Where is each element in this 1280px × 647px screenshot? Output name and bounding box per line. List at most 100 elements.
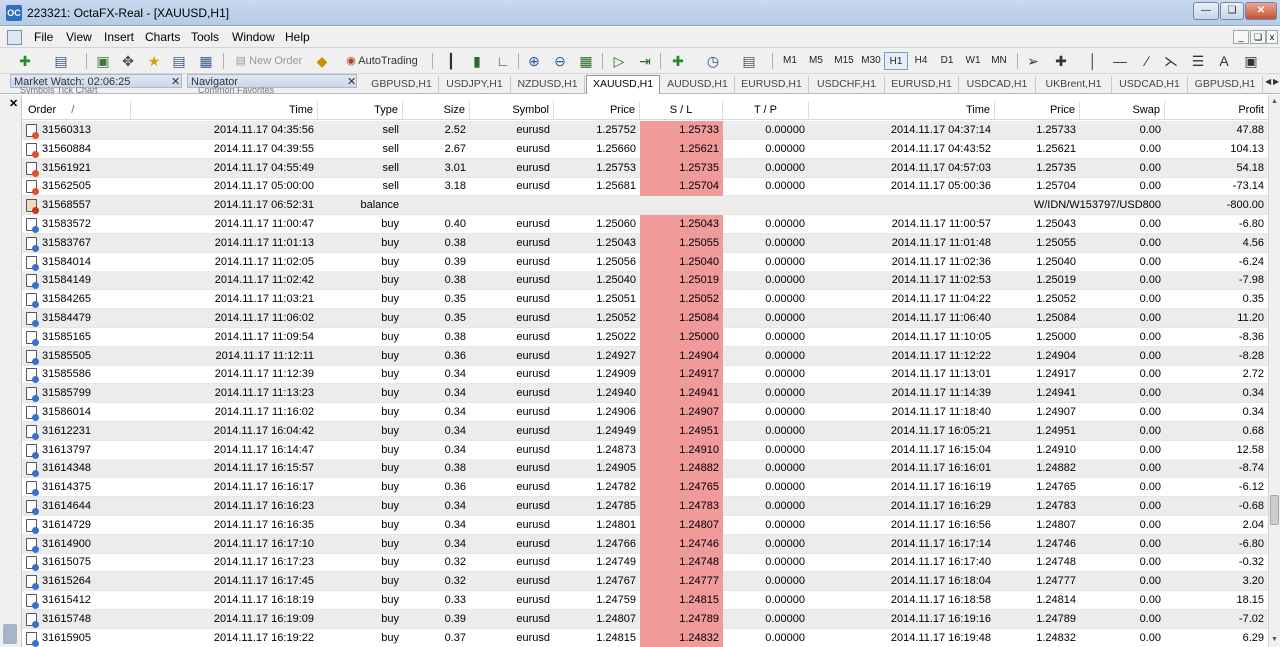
cursor-icon[interactable]: ➢ [1022, 51, 1044, 71]
col-size[interactable]: Size [403, 101, 470, 120]
table-row[interactable]: 31560884 2014.11.17 04:39:55 sell 2.67 eurus… [22, 139, 1268, 159]
table-row[interactable]: 31615905 2014.11.17 16:19:22 buy 0.37 eurusd… [22, 628, 1268, 647]
restore-button[interactable]: ❏ [1220, 2, 1244, 20]
table-row[interactable]: 31584149 2014.11.17 11:02:42 buy 0.38 eurusd… [22, 271, 1268, 291]
templates-icon[interactable]: ▤ [738, 51, 760, 71]
timeframe-w1[interactable]: W1 [961, 52, 985, 70]
chart-tab[interactable]: USDCAD,H1 [1112, 76, 1188, 94]
chart-tab[interactable]: USDJPY,H1 [439, 76, 511, 94]
table-row[interactable]: 31614644 2014.11.17 16:16:23 buy 0.34 eurusd… [22, 497, 1268, 516]
table-row[interactable]: 31560313 2014.11.17 04:35:56 sell 2.52 eurus… [22, 121, 1268, 140]
col-close-price[interactable]: Price [995, 101, 1080, 120]
table-row[interactable]: 31615748 2014.11.17 16:19:09 buy 0.39 eurusd… [22, 609, 1268, 629]
col-close-time[interactable]: Time [809, 101, 995, 120]
menu-window[interactable]: Window [232, 30, 275, 44]
navigator-close-icon[interactable]: ✕ [347, 75, 356, 88]
minimize-button[interactable]: — [1193, 2, 1219, 20]
table-row[interactable]: 31584479 2014.11.17 11:06:02 buy 0.35 eurusd… [22, 309, 1268, 328]
zoom-out-icon[interactable]: ⊖ [549, 51, 571, 71]
timeframe-mn[interactable]: MN [986, 52, 1012, 70]
table-row[interactable]: 31614348 2014.11.17 16:15:57 buy 0.38 eurusd… [22, 459, 1268, 479]
new-order-button[interactable]: ▤ New Order [230, 51, 308, 71]
line-chart-icon[interactable]: ∟ [492, 51, 514, 71]
timeframe-h1[interactable]: H1 [884, 52, 908, 70]
child-close-button[interactable]: x [1266, 30, 1278, 44]
scrollbar-thumb[interactable] [1270, 495, 1279, 525]
table-row[interactable]: 31585505 2014.11.17 11:12:11 buy 0.36 eurusd… [22, 346, 1268, 366]
table-row[interactable]: 31586014 2014.11.17 11:16:02 buy 0.34 eurusd… [22, 403, 1268, 422]
table-row[interactable]: 31614900 2014.11.17 16:17:10 buy 0.34 eurusd… [22, 534, 1268, 554]
vertical-scrollbar[interactable]: ▲ ▼ [1268, 95, 1280, 647]
timeframe-m15[interactable]: M15 [830, 52, 858, 70]
profiles-icon[interactable]: ▤ [50, 51, 72, 71]
table-row[interactable]: 31561921 2014.11.17 04:55:49 sell 3.01 eurus… [22, 158, 1268, 178]
col-swap[interactable]: Swap [1080, 101, 1165, 120]
col-sl[interactable]: S / L [640, 101, 723, 120]
crosshair-icon[interactable]: ✚ [1050, 51, 1072, 71]
chart-tab[interactable]: USDCHF,H1 [809, 76, 885, 94]
scroll-down-icon[interactable]: ▼ [1270, 635, 1279, 645]
close-button[interactable]: ✕ [1245, 2, 1277, 20]
chart-tab[interactable]: AUDUSD,H1 [661, 76, 735, 94]
col-profit[interactable]: Profit [1165, 101, 1268, 120]
equidistant-channel-icon[interactable]: ⋋ [1160, 51, 1182, 71]
autotrading-button[interactable]: ◉ AutoTrading [338, 51, 426, 71]
chart-tab[interactable]: GBPUSD,H1 [1188, 76, 1263, 94]
fibonacci-icon[interactable]: ☰ [1187, 51, 1209, 71]
child-restore-button[interactable]: ❏ [1250, 30, 1266, 44]
autoscroll-icon[interactable]: ⇥ [634, 51, 656, 71]
tile-windows-icon[interactable]: ▦ [575, 51, 597, 71]
table-row[interactable]: 31584014 2014.11.17 11:02:05 buy 0.39 eurusd… [22, 252, 1268, 272]
menu-view[interactable]: View [66, 30, 92, 44]
child-minimize-button[interactable]: _ [1233, 30, 1249, 44]
menu-charts[interactable]: Charts [145, 30, 180, 44]
trendline-icon[interactable]: ∕ [1136, 51, 1158, 71]
terminal-icon[interactable]: ▤ [168, 51, 190, 71]
table-row[interactable]: 31568557 2014.11.17 06:52:31 balance W/IDN/… [22, 196, 1268, 216]
chart-tab[interactable]: GBPUSD,H1 [365, 76, 439, 94]
zoom-in-icon[interactable]: ⊕ [523, 51, 545, 71]
timeframe-h4[interactable]: H4 [909, 52, 933, 70]
chart-tab-active[interactable]: XAUUSD,H1 [586, 75, 660, 94]
chart-shift-icon[interactable]: ▷ [608, 51, 630, 71]
table-row[interactable]: 31615412 2014.11.17 16:18:19 buy 0.33 eurusd… [22, 591, 1268, 610]
menu-file[interactable]: File [34, 30, 53, 44]
col-tp[interactable]: T / P [723, 101, 809, 120]
table-row[interactable]: 31614729 2014.11.17 16:16:35 buy 0.34 eurusd… [22, 515, 1268, 535]
col-type[interactable]: Type [318, 101, 403, 120]
menu-tools[interactable]: Tools [191, 30, 219, 44]
col-open-time[interactable]: Time [131, 101, 318, 120]
chart-tab[interactable]: USDCAD,H1 [959, 76, 1036, 94]
table-row[interactable]: 31613797 2014.11.17 16:14:47 buy 0.34 eurusd… [22, 440, 1268, 460]
vertical-line-icon[interactable]: │ [1082, 51, 1104, 71]
table-row[interactable]: 31583572 2014.11.17 11:00:47 buy 0.40 eurusd… [22, 215, 1268, 234]
table-row[interactable]: 31585165 2014.11.17 11:09:54 buy 0.38 eurusd… [22, 327, 1268, 347]
market-watch-icon[interactable]: ▣ [92, 51, 114, 71]
terminal-close-icon[interactable]: ✕ [9, 97, 18, 110]
table-row[interactable]: 31584265 2014.11.17 11:03:21 buy 0.35 eurusd… [22, 290, 1268, 310]
table-row[interactable]: 31583767 2014.11.17 11:01:13 buy 0.38 eurusd… [22, 233, 1268, 253]
col-open-price[interactable]: Price [554, 101, 640, 120]
chart-tab[interactable]: EURUSD,H1 [735, 76, 809, 94]
indicators-icon[interactable]: ✚ [667, 51, 689, 71]
new-chart-icon[interactable]: ✚ [14, 51, 36, 71]
timeframe-d1[interactable]: D1 [935, 52, 959, 70]
strategy-tester-icon[interactable]: ▦ [195, 51, 217, 71]
menu-insert[interactable]: Insert [104, 30, 134, 44]
table-row[interactable]: 31612231 2014.11.17 16:04:42 buy 0.34 eurusd… [22, 421, 1268, 441]
bar-chart-icon[interactable]: ┃ [440, 51, 462, 71]
table-row[interactable]: 31585799 2014.11.17 11:13:23 buy 0.34 eurusd… [22, 384, 1268, 404]
menu-help[interactable]: Help [285, 30, 310, 44]
timeframe-m5[interactable]: M5 [804, 52, 828, 70]
table-row[interactable]: 31585586 2014.11.17 11:12:39 buy 0.34 eurusd… [22, 365, 1268, 385]
text-tool-button[interactable]: A [1213, 51, 1235, 71]
candlestick-icon[interactable]: ▮ [466, 51, 488, 71]
chart-tab[interactable]: NZDUSD,H1 [511, 76, 585, 94]
timeframe-m1[interactable]: M1 [778, 52, 802, 70]
col-symbol[interactable]: Symbol [470, 101, 554, 120]
scroll-up-icon[interactable]: ▲ [1270, 97, 1279, 107]
metaeditor-icon[interactable]: ◆ [311, 51, 333, 71]
chart-tab[interactable]: UKBrent,H1 [1036, 76, 1112, 94]
navigator-icon[interactable]: ★ [143, 51, 165, 71]
tab-scroll-left-icon[interactable]: ◀ [1265, 77, 1271, 86]
